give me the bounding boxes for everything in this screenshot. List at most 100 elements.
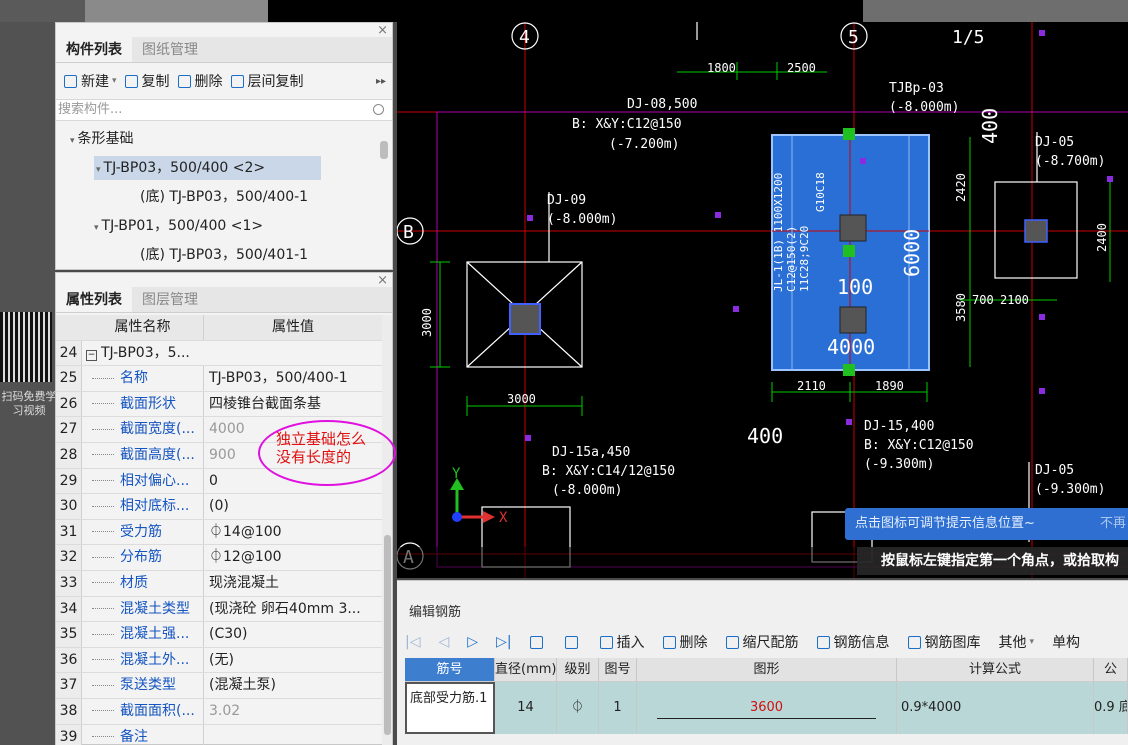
toolbar-more-icon[interactable]: ▸▸	[376, 76, 386, 87]
table-row[interactable]: 底部受力筋.1 14 ⏀ 1 3600 0.9*4000 0.9 底	[405, 682, 1128, 734]
tab-drawing-management[interactable]: 图纸管理	[132, 37, 208, 62]
property-scrollbar[interactable]	[382, 315, 392, 745]
cell-grade[interactable]: ⏀	[557, 682, 599, 734]
close-icon[interactable]: ×	[377, 23, 388, 38]
prev-record-button[interactable]: ◁	[438, 634, 449, 650]
col-grade[interactable]: 级别	[557, 658, 599, 681]
cad-drawing-canvas[interactable]: 4 5 1/5 B A	[397, 22, 1128, 578]
property-value[interactable]: (无)	[204, 648, 382, 673]
property-value[interactable]: 3.02	[204, 699, 382, 724]
rebar-info-button[interactable]: 钢筋信息	[816, 632, 890, 652]
component-list-panel: × 构件列表 图纸管理 新建 ▾ 复制 删除 层间复制 ▸▸ 搜索构件... ▾ 条…	[55, 22, 393, 270]
property-row[interactable]: 32 分布筋 ⏀12@100	[56, 545, 382, 571]
property-value[interactable]: TJ-BP03，500/400-1	[204, 366, 382, 391]
dj09-label: DJ-09	[547, 193, 586, 208]
tree-item-tj-bp03-bottom[interactable]: (底) TJ-BP03，500/400-1	[56, 183, 392, 212]
last-record-button[interactable]: ▷|	[496, 634, 511, 650]
cell-shape[interactable]: 3600	[637, 682, 897, 734]
property-value[interactable]: 现浇混凝土	[204, 571, 382, 596]
property-row[interactable]: 30 相对底标... (0)	[56, 494, 382, 520]
row-num: 28	[56, 442, 82, 468]
copy-button[interactable]: 复制	[124, 71, 170, 91]
dim-6000-label: 6000	[900, 229, 924, 277]
col-extra[interactable]: 公	[1094, 658, 1128, 681]
dim-2100-label: 2100	[1000, 293, 1029, 307]
col-formula[interactable]: 计算公式	[897, 658, 1094, 681]
property-value[interactable]: (0)	[204, 494, 382, 519]
other-menu-button[interactable]: 其他 ▾	[999, 632, 1035, 652]
tab-component-list[interactable]: 构件列表	[56, 37, 132, 62]
tree-item-tj-bp03-401[interactable]: (底) TJ-BP03，500/401-1	[56, 241, 392, 270]
property-row[interactable]: 36 混凝土外... (无)	[56, 647, 382, 674]
property-row[interactable]: 33 材质 现浇混凝土	[56, 570, 382, 597]
property-row[interactable]: 39 备注	[56, 724, 382, 745]
delete-row-button[interactable]: 删除	[662, 632, 708, 652]
property-row[interactable]: 26 截面形状 四棱锥台截面条基	[56, 391, 382, 418]
property-row[interactable]: 34 混凝土类型 (现浇砼 卵石40mm 3...	[56, 596, 382, 623]
trash-icon	[177, 74, 191, 88]
search-icon[interactable]	[373, 104, 384, 115]
rebar-editor-title: 编辑钢筋	[409, 605, 462, 620]
cell-figure-no[interactable]: 1	[599, 682, 637, 734]
tree-scrollbar[interactable]	[380, 141, 388, 159]
property-value[interactable]	[204, 725, 382, 745]
col-bar-name[interactable]: 筋号	[405, 658, 495, 681]
property-row[interactable]: 38 截面面积(... 3.02	[56, 698, 382, 725]
tab-property-list[interactable]: 属性列表	[56, 287, 132, 312]
single-component-button[interactable]: 单构	[1052, 632, 1080, 652]
property-row[interactable]: 31 受力筋 ⏀14@100	[56, 519, 382, 546]
scrollbar-thumb[interactable]	[384, 535, 391, 735]
col-shape[interactable]: 图形	[637, 658, 897, 681]
property-value[interactable]: (混凝土泵)	[204, 673, 382, 698]
collapse-icon[interactable]: −	[86, 349, 97, 361]
tree-arrow-icon[interactable]: ▾	[70, 136, 75, 146]
tree-item-tj-bp03[interactable]: ▾ TJ-BP03，500/400 <2>	[56, 154, 392, 183]
first-record-button[interactable]: |◁	[405, 634, 420, 650]
tree-arrow-icon[interactable]: ▾	[94, 223, 99, 233]
property-value[interactable]: ⏀14@100	[204, 520, 382, 545]
tab-layer-management[interactable]: 图层管理	[132, 287, 208, 312]
tree-arrow-icon[interactable]: ▾	[96, 165, 101, 175]
property-group-row[interactable]: 24 − TJ-BP03，5...	[56, 340, 382, 367]
dj05-label: DJ-05	[1035, 135, 1074, 150]
chevron-down-icon: ▾	[112, 76, 117, 86]
col-figure-no[interactable]: 图号	[599, 658, 637, 681]
move-down-button[interactable]	[564, 635, 582, 649]
property-row[interactable]: 25 名称 TJ-BP03，500/400-1	[56, 366, 382, 392]
dim-4000-label: 4000	[827, 335, 875, 359]
row-num: 30	[56, 494, 82, 519]
cell-bar-name[interactable]: 底部受力筋.1	[405, 682, 495, 734]
dim-2420-label: 2420	[954, 173, 968, 202]
tree-item-tj-bp01[interactable]: ▾ TJ-BP01，500/400 <1>	[56, 212, 392, 241]
scale-rebar-button[interactable]: 缩尺配筋	[725, 632, 799, 652]
floor-copy-button[interactable]: 层间复制	[230, 71, 304, 91]
property-name: 受力筋	[82, 519, 204, 545]
property-value[interactable]: 四棱锥台截面条基	[204, 392, 382, 417]
insert-button[interactable]: 插入	[599, 632, 645, 652]
command-prompt: 按鼠标左键指定第一个角点，或拾取构	[857, 547, 1128, 575]
property-value[interactable]: (现浇砼 卵石40mm 3...	[204, 597, 382, 622]
property-value[interactable]: (C30)	[204, 622, 382, 647]
property-value[interactable]: ⏀12@100	[204, 545, 382, 570]
cell-extra[interactable]: 0.9 底	[1094, 682, 1128, 734]
beam-label-2: C12@150(2)	[785, 226, 798, 292]
tip-banner[interactable]: 点击图标可调节提示信息位置~ 不再	[845, 508, 1128, 540]
tree-item-strip-foundation[interactable]: ▾ 条形基础	[56, 125, 392, 154]
move-up-button[interactable]	[529, 635, 547, 649]
property-name: 截面高度(...	[82, 442, 204, 468]
property-row[interactable]: 37 泵送类型 (混凝土泵)	[56, 673, 382, 699]
row-num: 25	[56, 366, 82, 391]
delete-button[interactable]: 删除	[177, 71, 223, 91]
component-search-input[interactable]: 搜索构件...	[56, 99, 392, 121]
cell-formula[interactable]: 0.9*4000	[897, 682, 1094, 734]
other-label: 其他	[998, 635, 1027, 651]
property-row[interactable]: 35 混凝土强... (C30)	[56, 622, 382, 648]
rebar-library-button[interactable]: 钢筋图库	[907, 632, 981, 652]
close-icon[interactable]: ×	[377, 273, 388, 288]
cell-diameter[interactable]: 14	[495, 682, 557, 734]
property-grid-header: 属性名称 属性值	[56, 315, 382, 341]
col-diameter[interactable]: 直径(mm)	[495, 658, 557, 681]
tip-dismiss-link[interactable]: 不再	[1100, 508, 1126, 540]
next-record-button[interactable]: ▷	[467, 634, 478, 650]
new-button[interactable]: 新建 ▾	[64, 71, 117, 91]
